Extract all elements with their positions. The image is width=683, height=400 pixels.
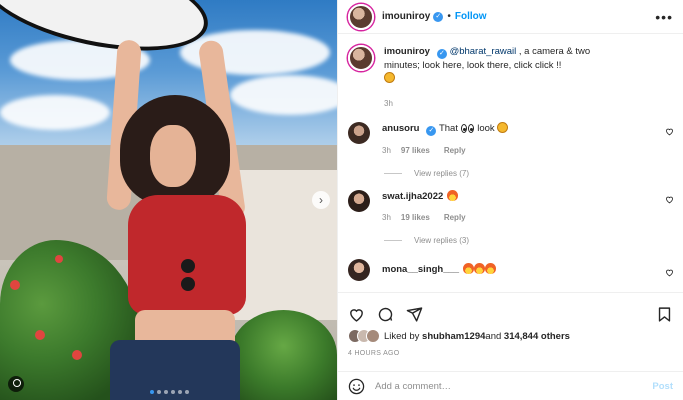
comment-input[interactable] xyxy=(375,380,653,392)
comment-item: mona__singh___ xyxy=(338,259,683,281)
heart-icon[interactable] xyxy=(665,268,674,277)
view-replies-button[interactable]: View replies (7) xyxy=(384,169,683,178)
caption: imouniroy ✓ @bharat_rawail , a camera & t… xyxy=(338,35,683,110)
comment-username[interactable]: mona__singh___ xyxy=(382,264,459,275)
avatar[interactable] xyxy=(348,259,370,281)
heart-icon[interactable] xyxy=(665,127,674,136)
sunglasses xyxy=(178,255,198,300)
share-paper-plane-icon[interactable] xyxy=(406,306,423,323)
fire-emoji-icon xyxy=(485,263,497,274)
post-photo[interactable]: › xyxy=(0,0,337,400)
avatar[interactable] xyxy=(348,3,374,30)
avatar[interactable] xyxy=(348,190,370,212)
caption-username[interactable]: imouniroy xyxy=(384,46,430,57)
eyes-emoji-icon xyxy=(460,124,475,134)
instagram-post: › imouniroy ✓ • Follow ••• imouniroy ✓ @… xyxy=(0,0,683,400)
reply-button[interactable]: Reply xyxy=(444,213,466,222)
carousel-dot xyxy=(171,390,175,394)
post-timestamp[interactable]: 4 HOURS AGO xyxy=(348,350,400,357)
carousel-dot xyxy=(164,390,168,394)
post-comment-button[interactable]: Post xyxy=(652,381,673,392)
post-header: imouniroy ✓ • Follow ••• xyxy=(338,0,683,34)
user-tag-icon[interactable] xyxy=(8,376,24,392)
separator-dot: • xyxy=(447,11,451,22)
carousel-next-button[interactable]: › xyxy=(312,191,330,209)
add-comment-bar: Post xyxy=(338,371,683,400)
verified-badge-icon: ✓ xyxy=(426,126,437,136)
comment-time: 3h xyxy=(382,146,391,155)
comment-username[interactable]: swat.ijha2022 xyxy=(382,191,443,202)
carousel-dot xyxy=(157,390,161,394)
avatar[interactable] xyxy=(348,45,374,71)
comment-likes[interactable]: 19 likes xyxy=(401,213,430,222)
verified-badge-icon: ✓ xyxy=(433,11,444,22)
comment-username[interactable]: anusoru xyxy=(382,123,419,134)
likes-summary: Liked by shubham1294 and 314,844 others xyxy=(348,329,570,343)
avatar[interactable] xyxy=(366,329,380,343)
comment-likes[interactable]: 97 likes xyxy=(401,146,430,155)
carousel-dot xyxy=(178,390,182,394)
carousel-dot xyxy=(150,390,154,394)
comment-time: 3h xyxy=(382,213,391,222)
post-side-panel: imouniroy ✓ • Follow ••• imouniroy ✓ @bha… xyxy=(337,0,683,400)
liker-avatars xyxy=(348,329,380,343)
post-author-username[interactable]: imouniroy xyxy=(382,11,430,22)
emoji-smile-icon[interactable] xyxy=(348,378,365,395)
verified-badge-icon: ✓ xyxy=(436,49,447,59)
caption-time: 3h xyxy=(384,99,393,108)
post-actions xyxy=(338,292,683,328)
carousel-indicator xyxy=(150,390,189,394)
view-replies-button[interactable]: View replies (3) xyxy=(384,236,683,245)
likes-count[interactable]: 314,844 others xyxy=(504,331,570,342)
grin-emoji-icon xyxy=(497,122,509,133)
more-options-icon[interactable]: ••• xyxy=(655,9,673,25)
heart-icon[interactable] xyxy=(665,195,674,204)
comment-item: swat.ijha2022 3h 19 likes Reply xyxy=(338,190,683,224)
fire-emoji-icon xyxy=(447,190,459,201)
carousel-dot xyxy=(185,390,189,394)
comments-list[interactable]: imouniroy ✓ @bharat_rawail , a camera & t… xyxy=(338,35,683,290)
comment-item: anusoru ✓ That look 3h 97 likes Reply xyxy=(338,122,683,157)
reply-button[interactable]: Reply xyxy=(444,146,466,155)
bookmark-save-icon[interactable] xyxy=(656,306,673,323)
like-heart-icon[interactable] xyxy=(348,306,365,323)
caption-mention[interactable]: @bharat_rawail xyxy=(450,46,517,57)
follow-button[interactable]: Follow xyxy=(455,11,487,22)
comment-bubble-icon[interactable] xyxy=(377,306,394,323)
liked-by-user[interactable]: shubham1294 xyxy=(422,331,485,342)
avatar[interactable] xyxy=(348,122,370,144)
grin-emoji-icon xyxy=(384,72,395,83)
fire-emoji-icon xyxy=(463,263,475,274)
fire-emoji-icon xyxy=(474,263,486,274)
